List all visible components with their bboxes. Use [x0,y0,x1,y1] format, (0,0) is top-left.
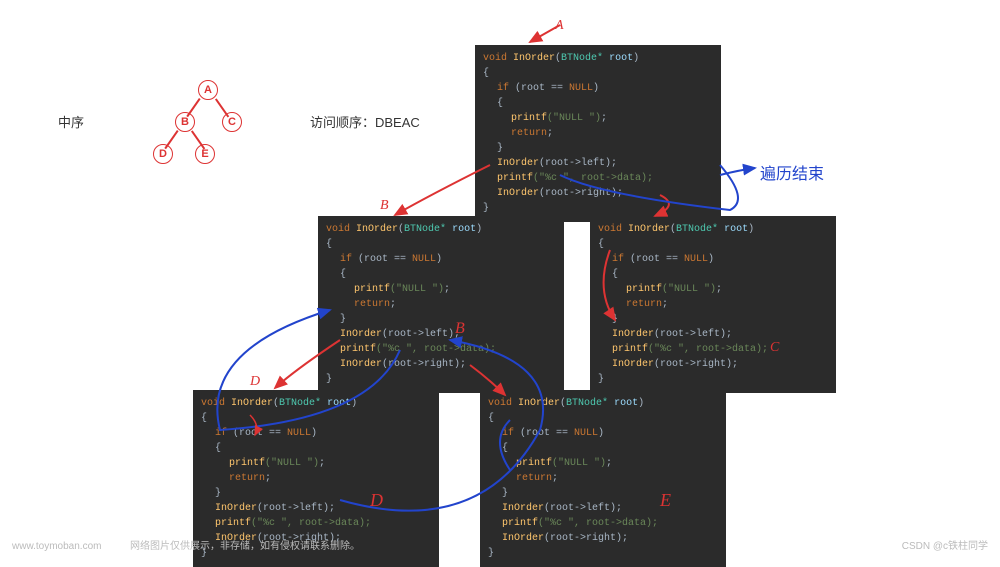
footer-credit: CSDN @c铁柱同学 [902,537,988,552]
footer-domain: www.toymoban.com [12,541,101,552]
tree-node-b: B [175,112,195,132]
annotation-d: D [370,490,383,511]
tree-node-d: D [153,144,173,164]
code-block-a: void InOrder(BTNode* root) { if (root ==… [475,45,721,222]
inorder-label: 中序 [58,112,84,131]
visit-order-label: 访问顺序：DBEAC [310,112,420,131]
annotation-d-top: D [250,374,260,390]
annotation-c: C [770,340,779,356]
annotation-e: E [660,490,671,511]
tree-node-a: A [198,80,218,100]
code-block-e: void InOrder(BTNode* root) { if (root ==… [480,390,726,567]
binary-tree: A B C D E [150,80,270,180]
annotation-b: B [380,198,389,214]
code-block-b: void InOrder(BTNode* root) { if (root ==… [318,216,564,393]
annotation-b2: B [455,320,465,338]
tree-node-c: C [222,112,242,132]
annotation-a: A [555,18,564,34]
annotation-end-traverse: 遍历结束 [760,160,824,184]
tree-node-e: E [195,144,215,164]
footer-disclaimer: 网络图片仅供展示，非存储，如有侵权请联系删除。 [130,537,360,552]
code-block-c: void InOrder(BTNode* root) { if (root ==… [590,216,836,393]
